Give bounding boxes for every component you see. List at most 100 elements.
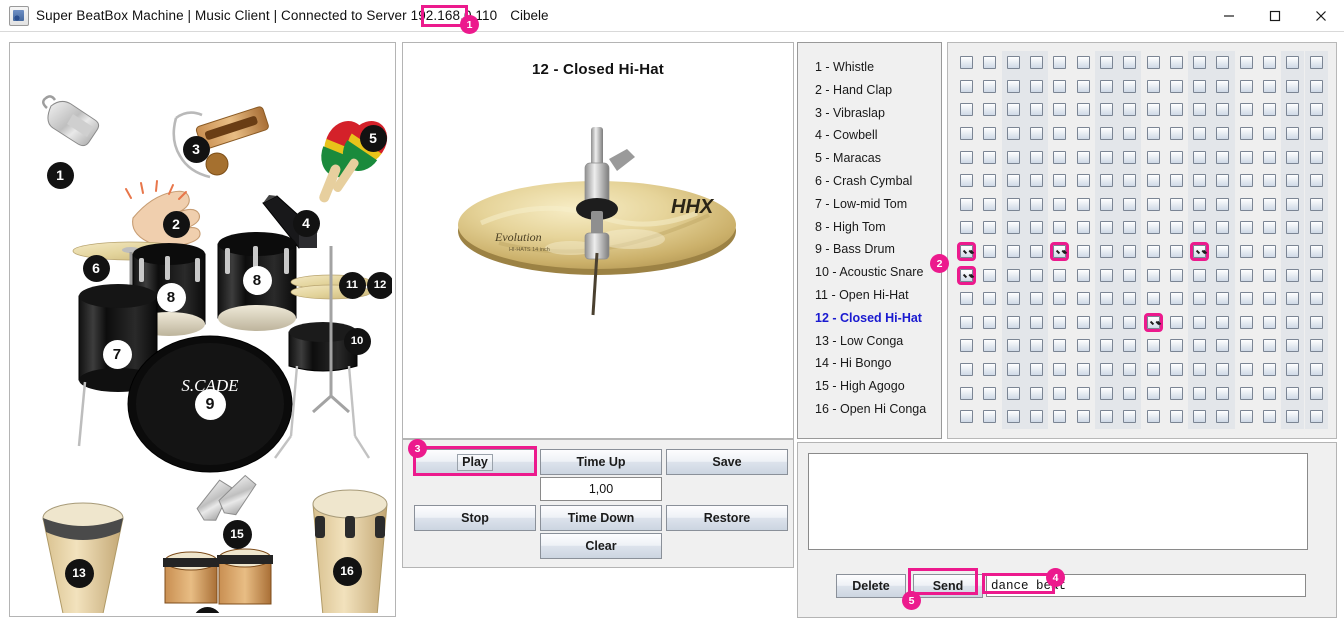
beat-checkbox[interactable] [1239,221,1253,235]
beat-checkbox-cell[interactable] [1118,145,1141,169]
beat-checkbox-cell[interactable] [1048,169,1071,193]
beat-checkbox[interactable] [1216,221,1230,235]
beat-checkbox[interactable] [960,174,974,188]
beat-checkbox-cell[interactable] [1025,381,1048,405]
beat-checkbox[interactable] [1286,339,1300,353]
beat-checkbox-cell[interactable] [1281,75,1304,99]
beat-checkbox[interactable] [1239,410,1253,424]
beat-checkbox-cell[interactable] [955,51,978,75]
beat-checkbox-cell[interactable] [1211,358,1234,382]
beat-checkbox[interactable] [1076,386,1090,400]
beat-checkbox-cell[interactable] [1002,51,1025,75]
beat-checkbox-cell[interactable] [1188,334,1211,358]
beat-checkbox[interactable] [1030,363,1044,377]
beat-checkbox-cell[interactable] [1025,311,1048,335]
beat-checkbox[interactable] [1309,245,1323,259]
beat-checkbox[interactable] [1216,363,1230,377]
beat-checkbox-cell[interactable] [1002,240,1025,264]
beat-checkbox[interactable] [1146,127,1160,141]
beat-checkbox-cell[interactable] [1305,381,1328,405]
tempo-field[interactable]: 1,00 [540,477,662,501]
beat-checkbox-cell[interactable] [1025,98,1048,122]
beat-checkbox[interactable] [1193,127,1207,141]
beat-checkbox[interactable] [1099,197,1113,211]
beat-checkbox[interactable] [1286,150,1300,164]
beat-checkbox-cell[interactable] [1258,287,1281,311]
beat-checkbox[interactable] [1169,103,1183,117]
beat-checkbox[interactable] [1216,410,1230,424]
beat-checkbox-cell[interactable] [1188,75,1211,99]
beat-checkbox-cell[interactable] [1258,405,1281,429]
beat-checkbox-cell[interactable] [1305,98,1328,122]
beat-checkbox-cell[interactable] [1141,405,1164,429]
beat-checkbox[interactable] [960,150,974,164]
beat-checkbox-cell[interactable] [1072,169,1095,193]
beat-checkbox-cell[interactable] [1258,98,1281,122]
beat-checkbox-cell[interactable] [955,381,978,405]
clear-button[interactable]: Clear [540,533,662,559]
beat-checkbox[interactable] [983,150,997,164]
beat-checkbox[interactable] [1263,363,1277,377]
beat-checkbox[interactable] [960,221,974,235]
beat-checkbox-cell[interactable] [1235,358,1258,382]
beat-checkbox[interactable] [1030,79,1044,93]
beat-checkbox[interactable] [960,56,974,70]
beat-checkbox-cell[interactable] [1141,169,1164,193]
beat-checkbox-cell[interactable] [1072,263,1095,287]
beat-checkbox[interactable] [983,339,997,353]
beat-checkbox[interactable] [1076,410,1090,424]
beat-checkbox-cell[interactable] [1118,169,1141,193]
beat-checkbox[interactable] [1216,386,1230,400]
beat-checkbox-cell[interactable] [1165,122,1188,146]
beat-checkbox[interactable] [1006,245,1020,259]
beat-checkbox-cell[interactable] [1048,75,1071,99]
beat-checkbox[interactable] [1286,197,1300,211]
beat-checkbox[interactable] [1123,150,1137,164]
beat-checkbox[interactable] [1146,410,1160,424]
beat-checkbox-cell[interactable] [1281,263,1304,287]
beat-checkbox[interactable] [1309,315,1323,329]
instrument-list-item[interactable]: 14 - Hi Bongo [799,352,940,375]
beat-checkbox[interactable] [1239,268,1253,282]
beat-checkbox-cell[interactable] [1211,381,1234,405]
beat-checkbox[interactable] [1286,363,1300,377]
beat-checkbox-cell[interactable] [1188,98,1211,122]
beat-checkbox[interactable] [1216,245,1230,259]
beat-checkbox[interactable] [1030,127,1044,141]
instrument-list-item[interactable]: 15 - High Agogo [799,375,940,398]
beat-checkbox-checked[interactable] [957,265,977,285]
beat-checkbox-cell[interactable] [1211,51,1234,75]
beat-checkbox[interactable] [1193,410,1207,424]
beat-checkbox-cell[interactable] [1048,358,1071,382]
beat-checkbox[interactable] [960,127,974,141]
beat-checkbox[interactable] [983,292,997,306]
beat-checkbox[interactable] [1030,410,1044,424]
beat-checkbox-cell[interactable] [1305,334,1328,358]
beat-checkbox-cell[interactable] [955,169,978,193]
beat-checkbox-cell[interactable] [955,358,978,382]
beat-checkbox[interactable] [1263,103,1277,117]
beat-checkbox-checked[interactable] [1190,242,1210,262]
beat-checkbox-cell[interactable] [1095,193,1118,217]
beat-checkbox[interactable] [1123,245,1137,259]
beat-checkbox-cell[interactable] [1095,169,1118,193]
beat-checkbox-cell[interactable] [1025,75,1048,99]
beat-checkbox-cell[interactable] [1305,311,1328,335]
beat-checkbox-cell[interactable] [1305,169,1328,193]
beat-checkbox-cell[interactable] [978,98,1001,122]
beat-checkbox-cell[interactable] [955,193,978,217]
beat-checkbox[interactable] [1146,103,1160,117]
beat-checkbox[interactable] [1030,174,1044,188]
beat-checkbox-cell[interactable] [1002,334,1025,358]
beat-checkbox-cell[interactable] [1305,75,1328,99]
beat-checkbox-cell[interactable] [955,405,978,429]
beat-checkbox-cell[interactable] [1048,405,1071,429]
beat-checkbox-cell[interactable] [1165,405,1188,429]
beat-checkbox[interactable] [1169,292,1183,306]
beat-checkbox[interactable] [1169,79,1183,93]
beat-checkbox[interactable] [1193,174,1207,188]
beat-checkbox[interactable] [1099,410,1113,424]
beat-checkbox-cell[interactable] [1048,98,1071,122]
beat-checkbox[interactable] [1076,339,1090,353]
beat-checkbox[interactable] [960,197,974,211]
